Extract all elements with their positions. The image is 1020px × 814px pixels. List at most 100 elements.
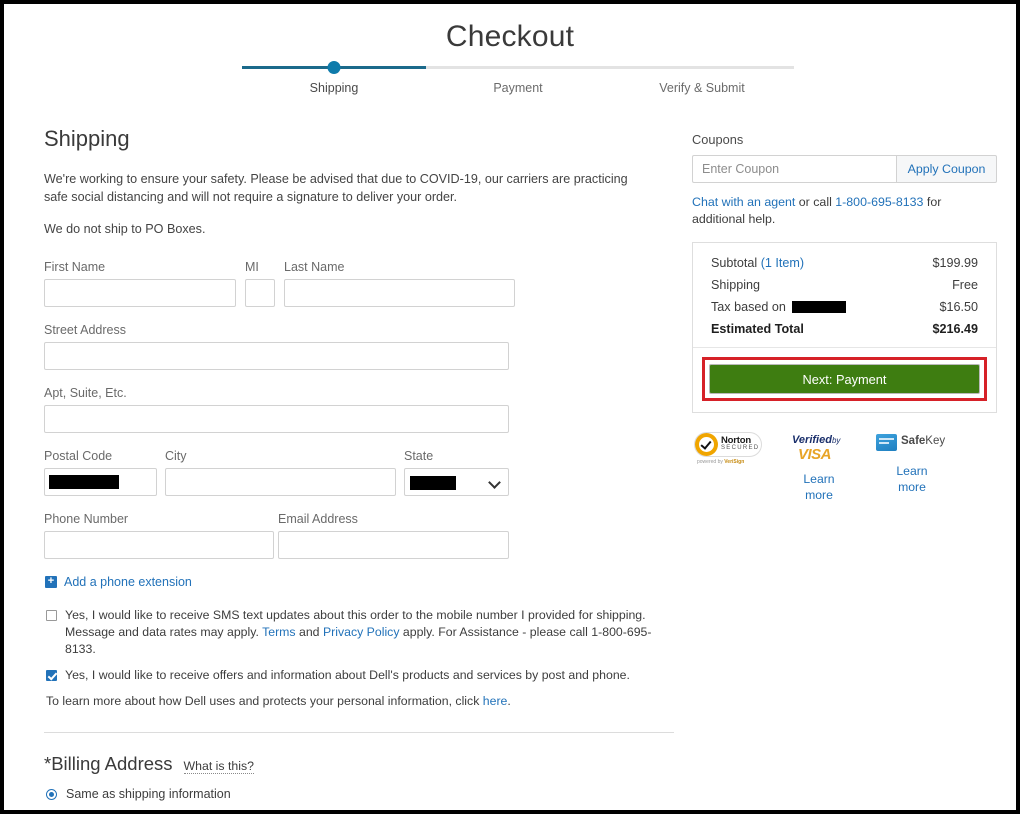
coupons-label: Coupons (692, 132, 744, 147)
mi-input[interactable] (245, 279, 275, 307)
apply-coupon-button[interactable]: Apply Coupon (896, 155, 997, 183)
safekey-key-text: Key (925, 435, 946, 447)
billing-address-header: *Billing Address What is this? (44, 753, 674, 775)
order-summary-box: Subtotal (1 Item) $199.99 Shipping Free … (692, 242, 997, 413)
chat-help-line: Chat with an agent or call 1-800-695-813… (692, 194, 992, 228)
billing-option-same[interactable]: Same as shipping information (44, 787, 674, 801)
terms-link[interactable]: Terms (262, 625, 295, 639)
step-label-shipping: Shipping (309, 81, 359, 95)
norton-secured-icon: Norton SECURED powered by VeriSign (694, 432, 762, 466)
norton-powered-brand: VeriSign (724, 459, 745, 465)
phone-email-row: Phone Number Email Address (44, 512, 674, 559)
postal-code-input[interactable] (44, 468, 157, 496)
coupon-row: Enter Coupon Apply Coupon (692, 155, 997, 183)
norton-powered-text: powered by (697, 459, 725, 465)
chevron-down-icon (488, 476, 501, 489)
phone-number-label: Phone Number (44, 512, 129, 526)
visa-wordmark: VISA (798, 446, 832, 463)
email-address-input[interactable] (278, 531, 509, 559)
sms-optin-text: Yes, I would like to receive SMS text up… (65, 607, 665, 658)
summary-row-tax: Tax based on $16.50 (711, 300, 978, 314)
summary-row-total: Estimated Total $216.49 (711, 322, 978, 336)
sms-optin-checkbox[interactable] (46, 610, 57, 621)
chat-with-agent-link[interactable]: Chat with an agent (692, 195, 795, 209)
mi-field-group: MI (245, 260, 275, 307)
visa-verified-text: Verifiedby (792, 434, 840, 446)
tax-label-group: Tax based on (711, 300, 846, 314)
checkout-progress-stepper: Shipping Payment Verify & Submit (242, 61, 794, 97)
state-select[interactable] (404, 468, 509, 496)
add-phone-extension-button[interactable]: + Add a phone extension (45, 575, 674, 589)
apt-field-group: Apt, Suite, Etc. (44, 386, 509, 433)
visa-learn-more-link[interactable]: Learn more (797, 471, 841, 503)
tax-value: $16.50 (939, 300, 978, 314)
step-shipping[interactable]: Shipping (242, 61, 426, 97)
city-field-group: City (165, 449, 396, 496)
subtotal-label-group: Subtotal (1 Item) (711, 256, 804, 270)
subtotal-item-count[interactable]: (1 Item) (761, 256, 804, 270)
first-name-field-group: First Name (44, 260, 236, 307)
phone-number-input[interactable] (44, 531, 274, 559)
summary-row-shipping: Shipping Free (711, 278, 978, 292)
norton-subtitle: SECURED (721, 445, 760, 451)
subtotal-label: Subtotal (711, 256, 758, 270)
last-name-label: Last Name (284, 260, 345, 274)
postal-city-state-row: Postal Code City State (44, 449, 674, 496)
visa-by-word: by (831, 436, 841, 445)
privacy-policy-link[interactable]: Privacy Policy (323, 625, 400, 639)
step-verify-submit[interactable]: Verify & Submit (610, 66, 794, 97)
shipping-cost-label: Shipping (711, 278, 761, 292)
safekey-card-icon (876, 434, 897, 451)
safekey-safe-text: Safe (901, 435, 926, 447)
billing-radio-same[interactable] (46, 788, 57, 800)
tax-location-redaction (791, 301, 846, 313)
checkout-page: Checkout Shipping Payment Verify & Submi… (4, 4, 1016, 810)
city-label: City (165, 449, 187, 463)
privacy-here-link[interactable]: here (483, 694, 508, 708)
coupon-input[interactable]: Enter Coupon (692, 155, 896, 183)
marketing-optin-row[interactable]: Yes, I would like to receive offers and … (44, 667, 674, 684)
help-or-call: or call (795, 195, 836, 209)
sms-optin-and: and (295, 625, 323, 639)
billing-option-same-label: Same as shipping information (66, 787, 231, 801)
email-field-group: Email Address (278, 512, 509, 559)
apt-suite-input[interactable] (44, 405, 509, 433)
step-dot-shipping (327, 61, 341, 74)
postal-code-label: Postal Code (44, 449, 113, 463)
privacy-note: To learn more about how Dell uses and pr… (46, 693, 674, 710)
visa-verified-word: Verified (792, 434, 832, 446)
city-input[interactable] (165, 468, 396, 496)
trust-badges: Norton SECURED powered by VeriSign Verif… (694, 432, 997, 503)
add-phone-extension-label: Add a phone extension (64, 575, 192, 589)
postal-code-redaction (49, 475, 119, 489)
next-payment-button[interactable]: Next: Payment (709, 364, 980, 394)
what-is-this-link[interactable]: What is this? (183, 759, 254, 774)
last-name-input[interactable] (284, 279, 515, 307)
marketing-optin-text: Yes, I would like to receive offers and … (65, 668, 630, 682)
support-phone-link[interactable]: 1-800-695-8133 (835, 195, 923, 209)
state-field-group: State (404, 449, 509, 496)
privacy-note-part2: . (507, 694, 511, 708)
browser-frame: Checkout Shipping Payment Verify & Submi… (0, 0, 1020, 814)
page-title: Checkout (445, 20, 575, 53)
step-label-verify: Verify & Submit (659, 81, 745, 95)
billing-address-heading: *Billing Address (44, 753, 173, 774)
badge-safekey: SafeKey Learn more (876, 432, 948, 503)
order-sidebar: Coupons Enter Coupon Apply Coupon Chat w… (692, 132, 997, 503)
first-name-input[interactable] (44, 279, 236, 307)
phone-field-group: Phone Number (44, 512, 274, 559)
apt-row: Apt, Suite, Etc. (44, 386, 674, 433)
postal-field-group: Postal Code (44, 449, 157, 496)
po-box-notice: We do not ship to PO Boxes. (44, 222, 206, 236)
safekey-icon: SafeKey (876, 432, 948, 458)
street-address-input[interactable] (44, 342, 509, 370)
street-address-label: Street Address (44, 323, 126, 337)
last-name-field-group: Last Name (284, 260, 515, 307)
subtotal-value: $199.99 (932, 256, 978, 270)
badge-verified-by-visa: Verifiedby VISA Learn more (788, 432, 850, 503)
step-payment[interactable]: Payment (426, 66, 610, 97)
sms-optin-row[interactable]: Yes, I would like to receive SMS text up… (44, 607, 674, 658)
first-name-label: First Name (44, 260, 106, 274)
marketing-optin-checkbox[interactable] (46, 670, 57, 681)
safekey-learn-more-link[interactable]: Learn more (890, 463, 934, 495)
